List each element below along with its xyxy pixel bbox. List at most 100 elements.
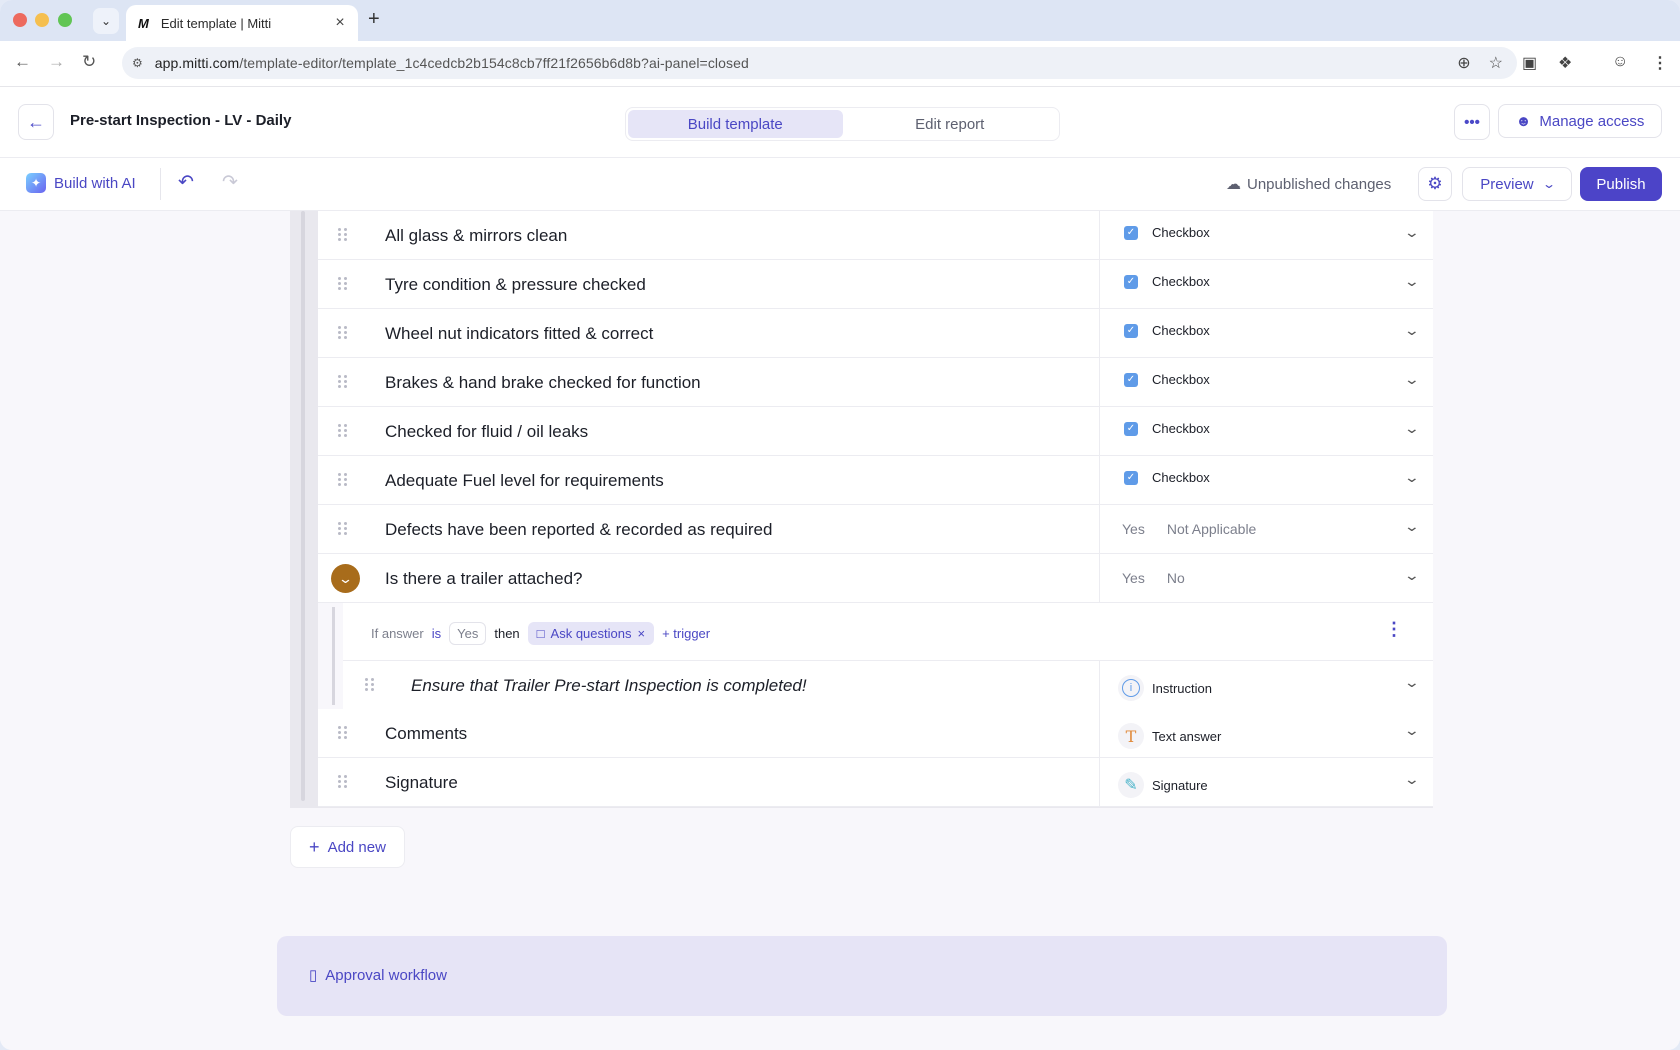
new-tab-plus-icon[interactable]: + bbox=[368, 8, 380, 31]
response-type-selector[interactable]: i Instruction ⌄ bbox=[1099, 661, 1434, 709]
info-icon: i bbox=[1122, 679, 1140, 697]
url-text: app.mitti.com/template-editor/template_1… bbox=[154, 55, 749, 71]
drag-handle-icon[interactable] bbox=[365, 678, 375, 692]
drag-handle-icon[interactable] bbox=[338, 726, 348, 740]
approval-workflow-panel[interactable]: ▯ Approval workflow bbox=[277, 936, 1447, 1016]
response-type-selector[interactable]: ✓ Checkbox ⌄ bbox=[1099, 309, 1434, 357]
reload-icon[interactable]: ↻ bbox=[82, 52, 96, 72]
minimize-window-button[interactable] bbox=[35, 13, 49, 27]
question-row[interactable]: Ensure that Trailer Pre-start Inspection… bbox=[343, 661, 1433, 710]
tab-edit-report[interactable]: Edit report bbox=[843, 110, 1058, 138]
chevron-down-icon[interactable]: ⌄ bbox=[1404, 771, 1420, 788]
drag-handle-icon[interactable] bbox=[338, 473, 348, 487]
drag-handle-icon[interactable] bbox=[338, 375, 348, 389]
undo-icon[interactable]: ↶ bbox=[178, 171, 194, 194]
question-row[interactable]: Checked for fluid / oil leaks ✓ Checkbox … bbox=[318, 407, 1433, 456]
zoom-icon[interactable]: ⊕ bbox=[1457, 53, 1470, 73]
question-text[interactable]: All glass & mirrors clean bbox=[385, 226, 567, 246]
question-row[interactable]: Brakes & hand brake checked for function… bbox=[318, 358, 1433, 407]
response-type-selector[interactable]: T Text answer ⌄ bbox=[1099, 709, 1434, 757]
settings-button[interactable]: ⚙ bbox=[1418, 167, 1452, 201]
manage-access-button[interactable]: ☻ Manage access bbox=[1498, 104, 1662, 138]
drag-handle-icon[interactable] bbox=[338, 775, 348, 789]
browser-tab[interactable]: M Edit template | Mitti × bbox=[126, 5, 358, 41]
response-type-selector[interactable]: ✓ Checkbox ⌄ bbox=[1099, 358, 1434, 406]
drag-handle-icon[interactable] bbox=[338, 277, 348, 291]
chevron-down-icon[interactable]: ⌄ bbox=[1404, 518, 1420, 535]
question-row[interactable]: Adequate Fuel level for requirements ✓ Ch… bbox=[318, 456, 1433, 505]
chevron-down-icon[interactable]: ⌄ bbox=[1404, 224, 1420, 241]
response-type-selector[interactable]: Yes Not Applicable ⌄ bbox=[1099, 505, 1434, 553]
ellipsis-icon: ••• bbox=[1464, 113, 1480, 131]
build-with-ai-button[interactable]: ✦ Build with AI bbox=[26, 173, 136, 193]
response-type-selector[interactable]: ✓ Checkbox ⌄ bbox=[1099, 211, 1434, 259]
question-text[interactable]: Signature bbox=[385, 773, 458, 793]
question-text[interactable]: Checked for fluid / oil leaks bbox=[385, 422, 588, 442]
drag-handle-icon[interactable] bbox=[338, 522, 348, 536]
question-row[interactable]: ⌄ Is there a trailer attached? Yes No ⌄ bbox=[318, 554, 1433, 603]
collapse-logic-button[interactable]: ⌄ bbox=[331, 564, 360, 593]
back-button[interactable]: ← bbox=[18, 104, 54, 140]
chevron-down-icon[interactable]: ⌄ bbox=[1404, 722, 1420, 739]
save-status-label: Unpublished changes bbox=[1247, 175, 1392, 193]
question-row[interactable]: All glass & mirrors clean ✓ Checkbox ⌄ bbox=[318, 211, 1433, 260]
browser-menu-icon[interactable]: ⋮ bbox=[1652, 53, 1668, 73]
checkbox-icon: ✓ bbox=[1124, 421, 1138, 436]
bookmark-star-icon[interactable]: ☆ bbox=[1489, 53, 1503, 73]
publish-button[interactable]: Publish bbox=[1580, 167, 1662, 201]
back-arrow-icon[interactable]: ← bbox=[14, 52, 31, 72]
browser-window: ⌄ M Edit template | Mitti × + ← → ↻ ⚙ ap… bbox=[0, 0, 1680, 1050]
remove-icon[interactable]: × bbox=[637, 626, 645, 641]
tab-close-icon[interactable]: × bbox=[330, 14, 350, 32]
logic-bar bbox=[332, 607, 335, 705]
question-row[interactable]: Defects have been reported & recorded as… bbox=[318, 505, 1433, 554]
question-text[interactable]: Comments bbox=[385, 724, 467, 744]
extensions-puzzle-icon[interactable]: ❖ bbox=[1558, 53, 1572, 73]
operator-select[interactable]: is bbox=[432, 626, 441, 641]
drag-handle-icon[interactable] bbox=[338, 424, 348, 438]
question-text[interactable]: Wheel nut indicators fitted & correct bbox=[385, 324, 653, 344]
more-options-button[interactable]: ••• bbox=[1454, 104, 1490, 140]
chevron-down-icon[interactable]: ⌄ bbox=[1404, 371, 1420, 388]
chevron-down-icon[interactable]: ⌄ bbox=[1404, 420, 1420, 437]
redo-icon[interactable]: ↷ bbox=[222, 171, 238, 194]
question-text[interactable]: Defects have been reported & recorded as… bbox=[385, 520, 772, 540]
add-trigger-link[interactable]: + trigger bbox=[662, 626, 710, 641]
question-row[interactable]: Comments T Text answer ⌄ bbox=[318, 709, 1433, 758]
question-row[interactable]: Wheel nut indicators fitted & correct ✓ C… bbox=[318, 309, 1433, 358]
question-text[interactable]: Tyre condition & pressure checked bbox=[385, 275, 646, 295]
kebab-menu-icon[interactable]: ⋮ bbox=[1385, 619, 1403, 640]
question-text[interactable]: Brakes & hand brake checked for function bbox=[385, 373, 701, 393]
question-text[interactable]: Adequate Fuel level for requirements bbox=[385, 471, 664, 491]
chevron-down-icon[interactable]: ⌄ bbox=[1404, 469, 1420, 486]
drag-handle-icon[interactable] bbox=[338, 228, 348, 242]
response-type-selector[interactable]: ✎ Signature ⌄ bbox=[1099, 758, 1434, 806]
address-bar[interactable]: ⚙ app.mitti.com/template-editor/template… bbox=[122, 47, 1517, 79]
logic-block: If answer is Yes then □ Ask questions × … bbox=[318, 603, 1433, 710]
forward-arrow-icon[interactable]: → bbox=[48, 52, 65, 72]
close-window-button[interactable] bbox=[13, 13, 27, 27]
ask-questions-tag[interactable]: □ Ask questions × bbox=[527, 622, 655, 645]
maximize-window-button[interactable] bbox=[58, 13, 72, 27]
question-row[interactable]: Tyre condition & pressure checked ✓ Check… bbox=[318, 260, 1433, 309]
question-row[interactable]: Signature ✎ Signature ⌄ bbox=[318, 758, 1433, 807]
drag-handle-icon[interactable] bbox=[338, 326, 348, 340]
response-type-selector[interactable]: Yes No ⌄ bbox=[1099, 554, 1434, 602]
answer-value-select[interactable]: Yes bbox=[449, 622, 487, 645]
chevron-down-icon[interactable]: ⌄ bbox=[1404, 674, 1420, 691]
chevron-down-icon[interactable]: ⌄ bbox=[1404, 273, 1420, 290]
chevron-down-icon[interactable]: ⌄ bbox=[1404, 322, 1420, 339]
response-type-selector[interactable]: ✓ Checkbox ⌄ bbox=[1099, 407, 1434, 455]
add-new-button[interactable]: + Add new bbox=[290, 826, 405, 868]
profile-avatar-icon[interactable]: ☺ bbox=[1612, 53, 1628, 71]
tab-search-chevron-icon[interactable]: ⌄ bbox=[93, 8, 119, 34]
question-text[interactable]: Is there a trailer attached? bbox=[385, 569, 583, 589]
instruction-text[interactable]: Ensure that Trailer Pre-start Inspection… bbox=[411, 676, 807, 696]
response-type-selector[interactable]: ✓ Checkbox ⌄ bbox=[1099, 260, 1434, 308]
chevron-down-icon[interactable]: ⌄ bbox=[1404, 567, 1420, 584]
screenshot-icon[interactable]: ▣ bbox=[1522, 53, 1537, 73]
site-settings-icon[interactable]: ⚙ bbox=[132, 56, 143, 70]
preview-button[interactable]: Preview ⌄ bbox=[1462, 167, 1572, 201]
response-type-selector[interactable]: ✓ Checkbox ⌄ bbox=[1099, 456, 1434, 504]
tab-build-template[interactable]: Build template bbox=[628, 110, 843, 138]
